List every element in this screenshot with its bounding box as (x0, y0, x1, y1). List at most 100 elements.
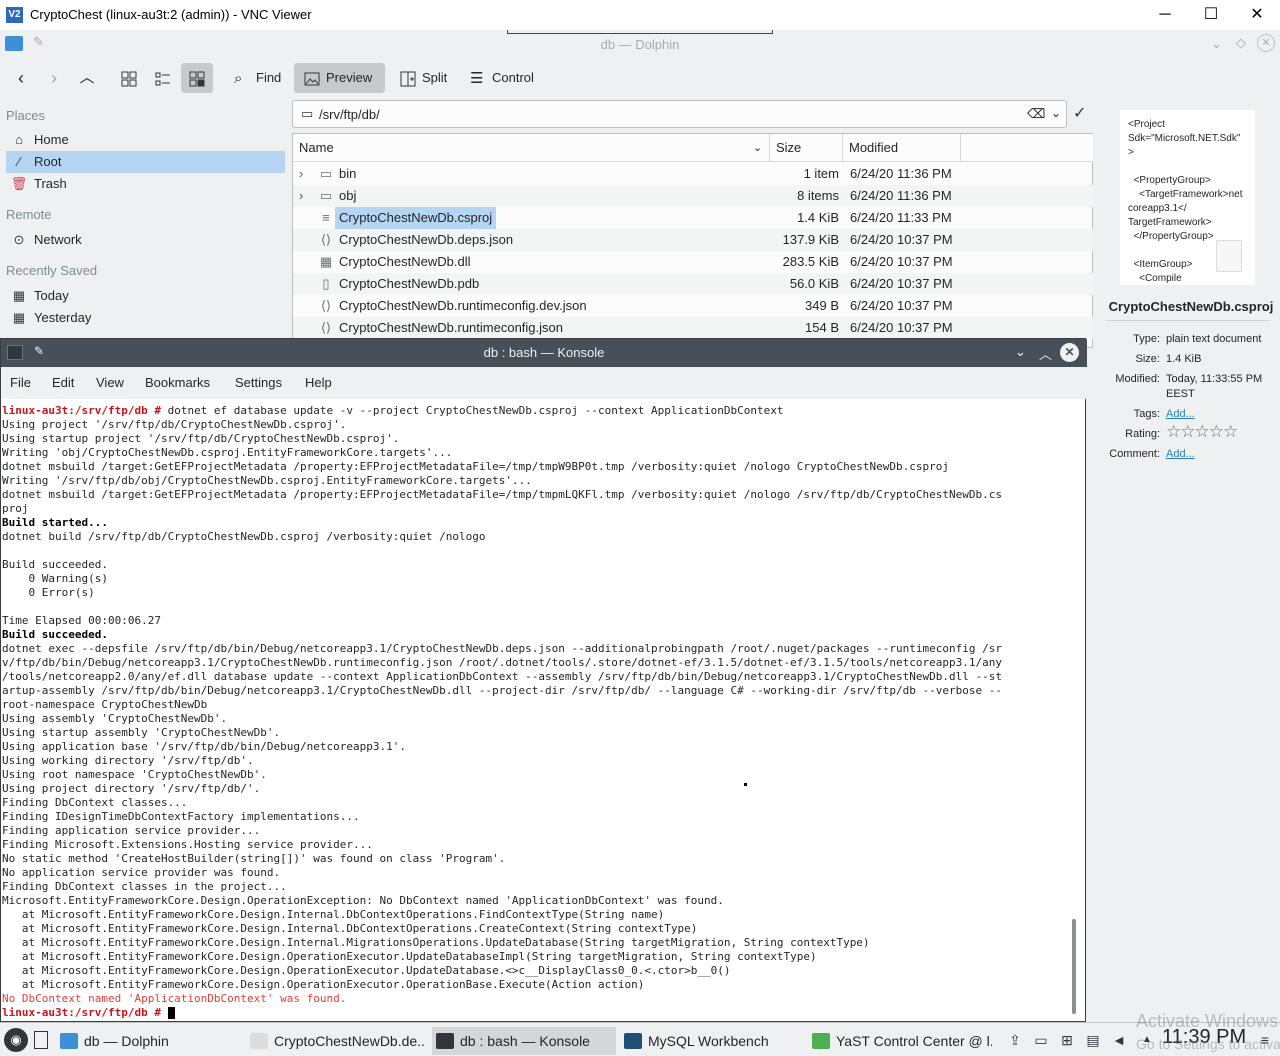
file-name: bin (339, 166, 357, 181)
terminal-line: at Microsoft.EntityFrameworkCore.Design.… (2, 922, 698, 935)
volume-icon[interactable]: ◄ (1110, 1031, 1128, 1049)
back-icon[interactable]: ‹ (10, 63, 32, 93)
device-icon[interactable]: ⊞ (1058, 1031, 1076, 1049)
terminal-line: Build started... (2, 516, 108, 529)
places-item-trash[interactable]: 🗑 Trash (6, 173, 285, 195)
task-label: MySQL Workbench (648, 1033, 769, 1049)
menu-view[interactable]: View (96, 375, 124, 390)
add-comment-link[interactable]: Add... (1166, 448, 1195, 460)
clipboard-icon[interactable]: ▤ (1084, 1031, 1102, 1049)
file-row[interactable]: ▯ CryptoChestNewDb.pdb 56.0 KiB 6/24/20 10:… (293, 273, 1093, 295)
root-folder-icon: ∕ (17, 154, 21, 169)
terminal-line: No application service provider was foun… (2, 866, 281, 879)
info-type-label: Type: (1133, 333, 1160, 345)
text-file-icon: ≡ (322, 210, 330, 225)
icons-view-button[interactable] (117, 63, 141, 93)
desktop-pager-icon[interactable] (34, 1031, 48, 1049)
file-row[interactable]: › ▭ obj 8 items 6/24/20 11:36 PM (293, 185, 1093, 207)
file-row[interactable]: › ▭ bin 1 item 6/24/20 11:36 PM (293, 163, 1093, 185)
places-item-root[interactable]: ∕ Root (6, 151, 285, 173)
close-button[interactable]: ✕ (1234, 0, 1280, 30)
places-item-yesterday[interactable]: ▦ Yesterday (6, 307, 285, 329)
minimize-icon[interactable]: ⌄ (1015, 344, 1026, 360)
terminal-line: at Microsoft.EntityFrameworkCore.Design.… (2, 978, 645, 991)
minimize-button[interactable]: ─ (1142, 0, 1188, 30)
terminal-output[interactable]: linux-au3t:/srv/ftp/db # dotnet ef datab… (1, 399, 1071, 1019)
maximize-icon[interactable]: ◇ (1236, 35, 1246, 51)
minimize-icon[interactable]: ⌄ (1211, 36, 1222, 52)
terminal-scrollbar-thumb[interactable] (1072, 919, 1076, 1014)
terminal-lines-using: Using project '/srv/ftp/db/CryptoChestNe… (2, 418, 1071, 516)
file-row[interactable]: ≡ CryptoChestNewDb.csproj 1.4 KiB 6/24/20 1… (293, 207, 1093, 229)
task-button[interactable]: YaST Control Center @ l... (808, 1027, 992, 1055)
column-modified[interactable]: Modified (843, 134, 961, 162)
confirm-location-icon[interactable]: ✓ (1073, 103, 1086, 123)
find-button[interactable]: ⌕ Find (230, 63, 285, 93)
preview-button[interactable]: Preview (294, 63, 385, 93)
folder-icon: ▭ (319, 166, 333, 181)
dolphin-window: ✎ db — Dolphin ⌄ ◇ ✕ ‹ › ︿ ⌕ Find Preview… (0, 30, 1280, 460)
update-icon[interactable]: ⇪ (1006, 1031, 1024, 1049)
task-button[interactable]: db — Dolphin (56, 1027, 236, 1055)
clear-location-icon[interactable]: ⌫ (1027, 106, 1045, 122)
menu-edit[interactable]: Edit (52, 375, 74, 390)
menu-bookmarks[interactable]: Bookmarks (145, 375, 210, 390)
file-size: 1 item (803, 166, 839, 181)
maximize-icon[interactable]: ︿ (1039, 344, 1052, 363)
rating-stars[interactable]: ☆☆☆☆☆ (1166, 422, 1238, 442)
file-modified: 6/24/20 11:33 PM (850, 210, 952, 225)
file-name: CryptoChestNewDb.runtimeconfig.dev.json (339, 298, 587, 313)
location-bar[interactable]: ▭ /srv/ftp/db/ ⌫ ⌄ (292, 100, 1067, 128)
file-list: Name ⌄ Size Modified › ▭ bin 1 item 6/24/20 1… (292, 133, 1093, 348)
details-view-button[interactable] (181, 63, 213, 93)
places-item-home[interactable]: ⌂ Home (6, 129, 285, 151)
info-modified-label: Modified: (1115, 373, 1160, 385)
menu-file[interactable]: File (10, 375, 31, 390)
close-icon[interactable]: ✕ (1257, 34, 1275, 52)
file-name: obj (339, 188, 357, 203)
file-size: 8 items (797, 188, 839, 203)
trash-icon: 🗑 (10, 176, 28, 191)
details-view-icon (189, 71, 205, 87)
konsole-window: ✎ db : bash — Konsole ⌄ ︿ ✕ File Edit Vi… (0, 338, 1087, 1022)
location-dropdown-icon[interactable]: ⌄ (1051, 106, 1061, 120)
terminal-line: dotnet exec --depsfile /srv/ftp/db/bin/D… (2, 642, 1003, 655)
split-button[interactable]: Split (396, 63, 451, 93)
places-item-label: Today (34, 288, 69, 303)
file-row[interactable]: ⟨⟩ CryptoChestNewDb.runtimeconfig.dev.jso… (293, 295, 1093, 317)
file-size: 1.4 KiB (797, 210, 839, 225)
column-size[interactable]: Size (770, 134, 843, 162)
column-name[interactable]: Name ⌄ (293, 134, 770, 162)
control-button[interactable]: ☰ Control (466, 63, 538, 93)
network-tray-icon[interactable]: ▭ (1032, 1031, 1050, 1049)
add-tags-link[interactable]: Add... (1166, 408, 1195, 420)
file-modified: 6/24/20 10:37 PM (850, 232, 953, 247)
file-row[interactable]: ⟨⟩ CryptoChestNewDb.deps.json 137.9 KiB 6/2… (293, 229, 1093, 251)
terminal-line: Build succeeded. (2, 628, 108, 641)
task-button[interactable]: MySQL Workbench (620, 1027, 804, 1055)
up-icon[interactable]: ︿ (76, 63, 98, 93)
forward-icon[interactable]: › (43, 63, 65, 93)
expand-chevron-icon[interactable]: › (299, 163, 303, 185)
app-launcher-icon[interactable]: ◉ (4, 1028, 28, 1052)
places-item-network[interactable]: ⊙ Network (6, 229, 285, 251)
menu-help[interactable]: Help (305, 375, 332, 390)
places-item-today[interactable]: ▦ Today (6, 285, 285, 307)
mouse-pointer-dot (744, 783, 747, 786)
menu-settings[interactable]: Settings (235, 375, 282, 390)
maximize-button[interactable]: ☐ (1188, 0, 1234, 30)
file-row[interactable]: ▦ CryptoChestNewDb.dll 283.5 KiB 6/24/20 10… (293, 251, 1093, 273)
expand-chevron-icon[interactable]: › (299, 185, 303, 207)
task-label: db : bash — Konsole (460, 1033, 590, 1049)
compact-view-icon (155, 72, 170, 86)
close-icon[interactable]: ✕ (1060, 343, 1079, 362)
task-button[interactable]: CryptoChestNewDb.de... (246, 1027, 426, 1055)
task-label: YaST Control Center @ l... (836, 1033, 992, 1049)
location-path[interactable]: /srv/ftp/db/ (319, 107, 380, 122)
split-icon (400, 71, 416, 87)
file-row[interactable]: ⟨⟩ CryptoChestNewDb.runtimeconfig.json 154… (293, 317, 1093, 339)
terminal-line: Finding Microsoft.Extensions.Hosting ser… (2, 838, 373, 851)
task-button[interactable]: db : bash — Konsole (432, 1027, 616, 1055)
compact-view-button[interactable] (151, 63, 175, 93)
